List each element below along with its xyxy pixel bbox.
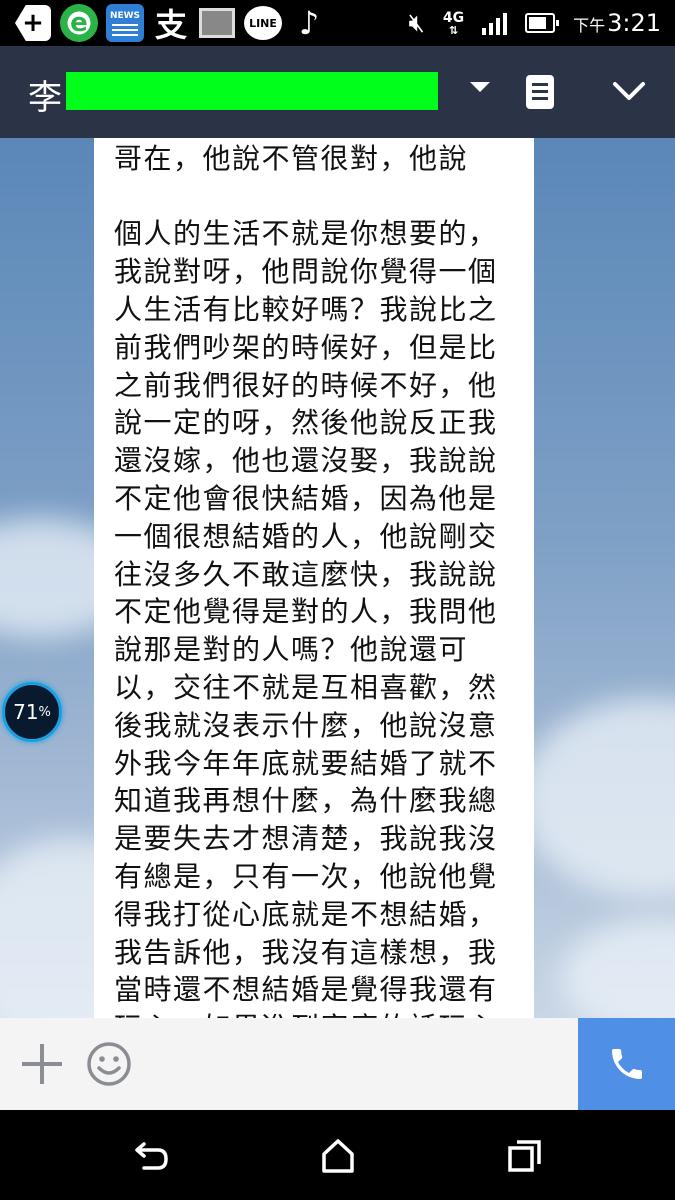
phone-icon	[611, 1049, 642, 1079]
message-line: 我告訴他，我沒有這樣想，我	[114, 935, 498, 969]
message-bubble[interactable]: 哥在，他說不管很對，他說 個人的生活不就是你想要的， 我說對呀，他問說你覺得一個人…	[94, 138, 534, 1018]
chat-area[interactable]: 哥在，他說不管很對，他說 個人的生活不就是你想要的， 我說對呀，他問說你覺得一個人…	[0, 138, 675, 1018]
badge-value: 71	[13, 700, 39, 724]
system-status: 🔇︎ 4G ⇅ 下午3:21	[408, 0, 661, 46]
message-line: 前我們吵架的時候好，但是比	[114, 330, 498, 364]
message-line: 還沒嫁，他也還沒娶，我說說	[114, 444, 498, 478]
message-line: 不定他覺得是對的人，我問他	[114, 595, 498, 629]
message-line: 之前我們很好的時候不好，他	[114, 368, 498, 402]
message-line: 後我就沒表示什麼，他說沒意	[114, 708, 498, 742]
message-line: 往沒多久不敢這麼快，我說說	[114, 557, 498, 591]
home-icon[interactable]	[318, 1138, 358, 1174]
zhi-app-icon: 支	[152, 4, 190, 44]
message-line: 有總是，只有一次，他說他覺	[114, 859, 498, 893]
chat-header: 李	[0, 46, 675, 138]
call-button[interactable]	[578, 1018, 675, 1110]
message-line: 一個很想結婚的人，他說剛交	[114, 519, 498, 553]
smiley-icon[interactable]	[86, 1041, 132, 1087]
plus-arrow-icon: +	[14, 4, 52, 42]
message-lines: 個人的生活不就是你想要的， 我說對呀，他問說你覺得一個 人生活有比較好嗎？我說比之前…	[114, 215, 509, 1018]
message-line: 不定他會很快結婚，因為他是	[114, 481, 498, 515]
name-redaction	[66, 72, 438, 110]
zhi-label: 支	[154, 6, 187, 44]
message-line: 知道我再想什麼，為什麼我總	[114, 784, 498, 818]
message-line: 玩心，如果進到家庭的話玩心	[114, 1009, 509, 1018]
status-bar: + e NEWS 支 LINE ♪ 🔇︎ 4G ⇅ 下午3:21	[0, 0, 675, 46]
message-line: 外我今年年底就要結婚了就不	[114, 746, 498, 780]
plus-icon[interactable]	[22, 1044, 62, 1084]
network-type: 4G ⇅	[442, 9, 465, 37]
news-label: NEWS	[109, 10, 141, 21]
time-prefix: 下午	[573, 16, 606, 35]
mute-icon: 🔇︎	[408, 7, 425, 38]
ie-browser-icon: e	[60, 4, 98, 42]
battery-saver-floating-badge[interactable]: 71%	[2, 682, 62, 742]
clock: 下午3:21	[573, 9, 661, 37]
contact-name[interactable]: 李	[28, 70, 62, 119]
back-icon[interactable]	[132, 1138, 172, 1174]
message-text: 哥在，他說不管很對，他說 個人的生活不就是你想要的， 我說對呀，他問說你覺得一個人…	[114, 138, 509, 1018]
message-line: 我說對呀，他問說你覺得一個	[114, 255, 498, 289]
badge-unit: %	[38, 704, 51, 720]
time-value: 3:21	[607, 9, 661, 37]
message-line: 當時還不想結婚是覺得我還有	[114, 973, 498, 1007]
music-icon: ♪	[298, 4, 320, 42]
line-label: LINE	[249, 16, 277, 30]
photo-icon	[198, 4, 236, 42]
notification-icons: + e NEWS 支 LINE ♪	[0, 4, 328, 44]
message-line-partial: 哥在，他說不管很對，他說	[114, 141, 469, 175]
message-line: 個人的生活不就是你想要的，	[114, 217, 498, 251]
chevron-down-icon[interactable]	[612, 74, 646, 108]
caret-down-icon[interactable]	[470, 82, 490, 92]
message-line: 以，交往不就是互相喜歡，然	[114, 670, 498, 704]
message-line: 人生活有比較好嗎？我說比之	[114, 292, 498, 326]
battery-icon	[525, 13, 560, 33]
recents-icon[interactable]	[505, 1138, 545, 1174]
message-line: 是要失去才想清楚，我說我沒	[114, 822, 498, 856]
message-line: 得我打從心底就是不想結婚，	[114, 897, 498, 931]
message-line: 說一定的呀，然後他說反正我	[114, 406, 498, 440]
navigation-bar	[0, 1110, 675, 1200]
signal-icon	[482, 11, 508, 35]
news-app-icon: NEWS	[106, 4, 144, 42]
notes-icon[interactable]	[526, 75, 554, 109]
line-app-icon: LINE	[244, 4, 282, 42]
message-line: 說那是對的人嗎？他說還可	[114, 633, 469, 667]
input-bar	[0, 1018, 578, 1110]
